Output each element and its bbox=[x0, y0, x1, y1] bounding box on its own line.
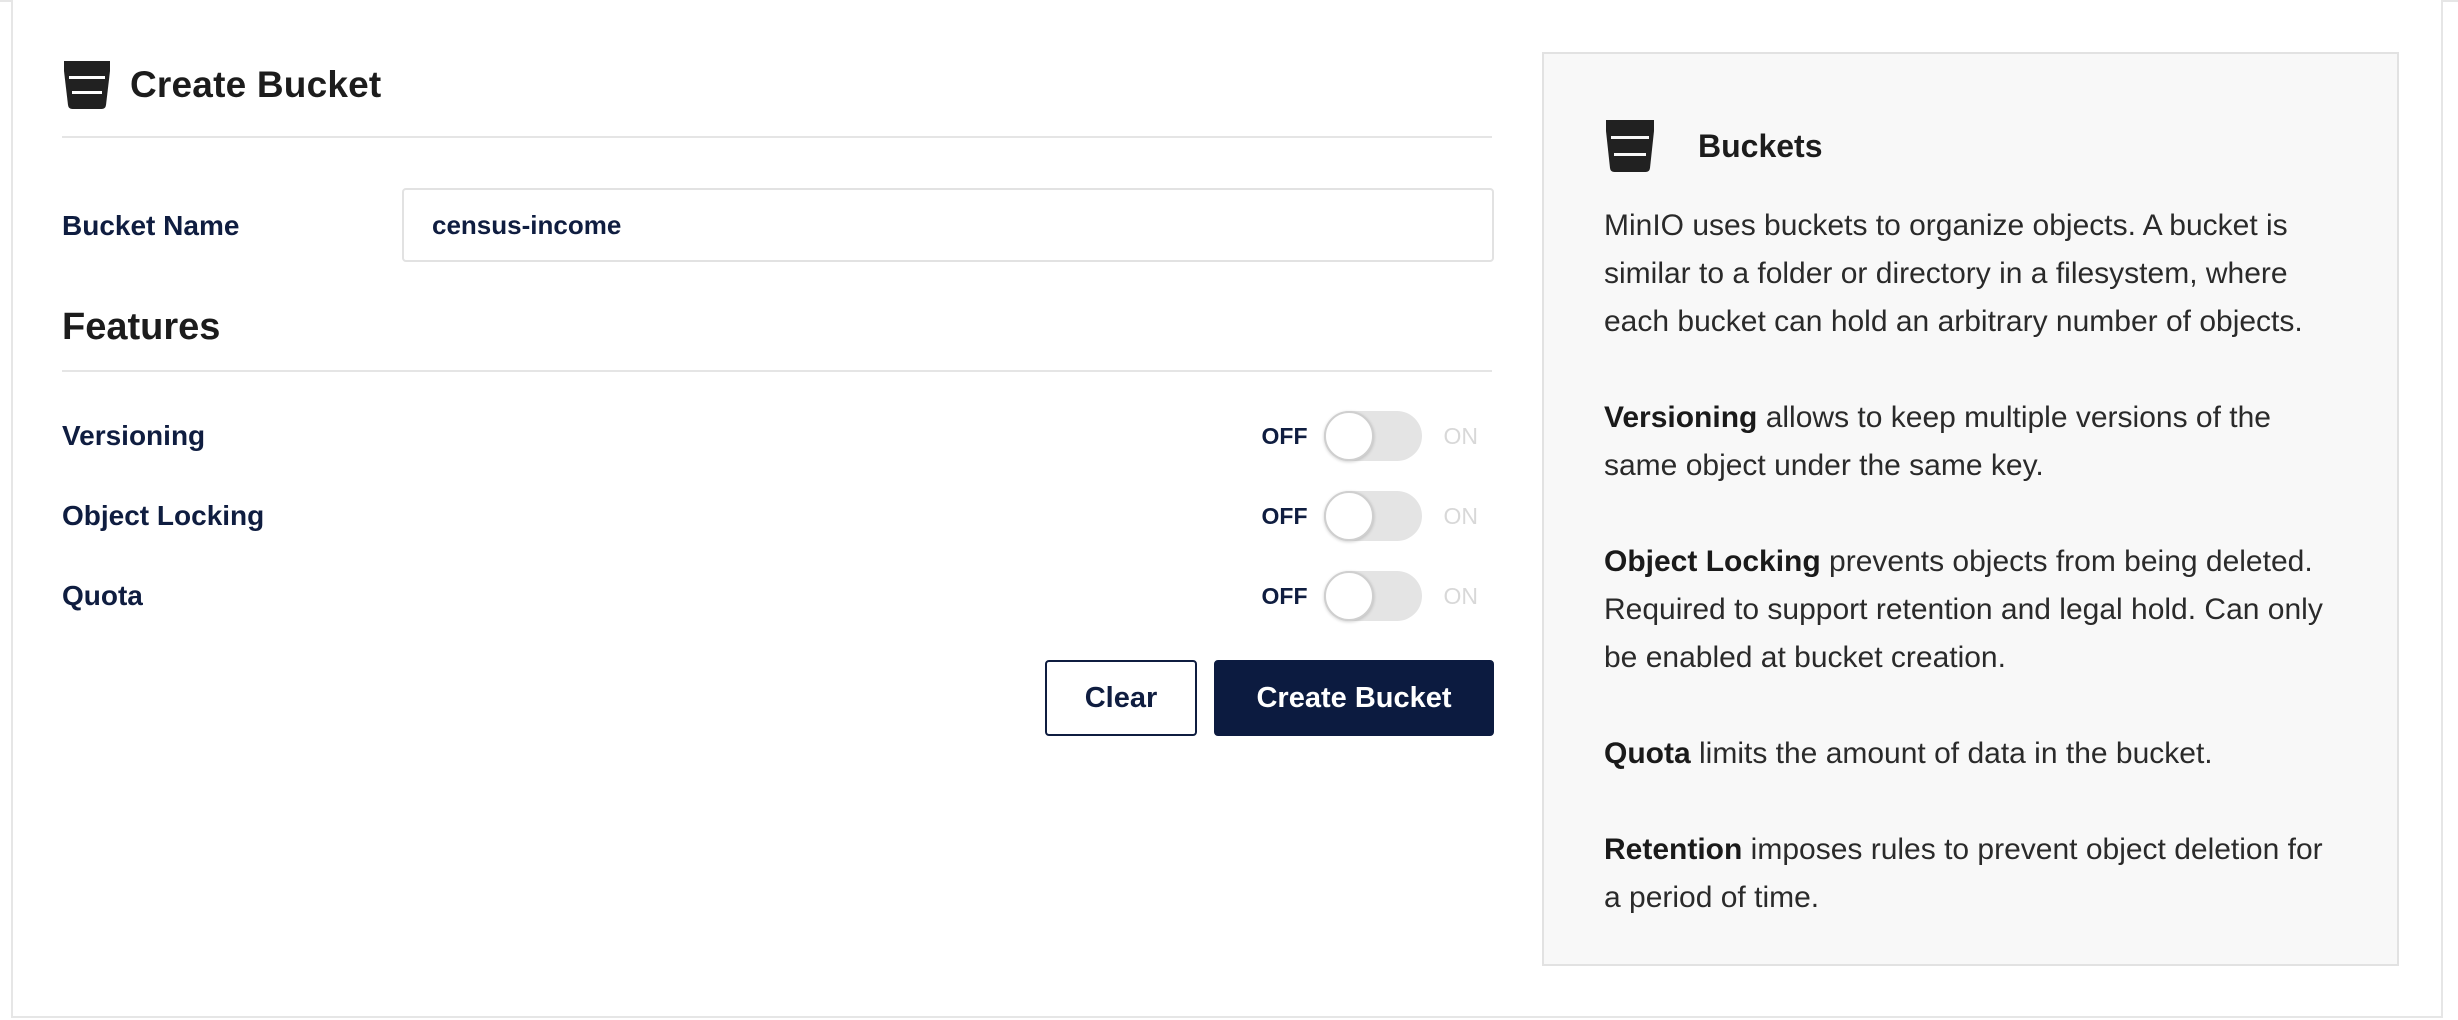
help-body: MinIO uses buckets to organize objects. … bbox=[1604, 202, 2344, 922]
help-item-versioning: Versioning allows to keep multiple versi… bbox=[1604, 394, 2344, 490]
create-bucket-form: Create Bucket Bucket Name Features Versi… bbox=[62, 48, 1494, 736]
help-title: Buckets bbox=[1698, 127, 1823, 164]
object-locking-switch-group: OFF ON bbox=[1261, 486, 1479, 546]
help-term: Retention bbox=[1604, 833, 1743, 866]
help-header: Buckets bbox=[1604, 116, 1823, 176]
help-panel: Buckets MinIO uses buckets to organize o… bbox=[1542, 52, 2399, 966]
features-header: Features bbox=[62, 296, 1492, 372]
help-item-retention: Retention imposes rules to prevent objec… bbox=[1604, 826, 2344, 922]
help-term: Quota bbox=[1604, 737, 1691, 770]
page-title: Create Bucket bbox=[130, 64, 382, 105]
clear-button[interactable]: Clear bbox=[1045, 660, 1197, 736]
features-title: Features bbox=[62, 306, 221, 348]
help-desc: limits the amount of data in the bucket. bbox=[1690, 737, 2213, 770]
versioning-toggle[interactable] bbox=[1323, 411, 1422, 461]
quota-on-label: ON bbox=[1443, 582, 1479, 609]
form-header: Create Bucket bbox=[62, 48, 1492, 138]
feature-row-versioning: Versioning OFF ON bbox=[62, 406, 1492, 466]
object-locking-toggle[interactable] bbox=[1323, 491, 1422, 541]
quota-off-label: OFF bbox=[1261, 582, 1308, 609]
quota-toggle[interactable] bbox=[1323, 571, 1422, 621]
feature-row-object-locking: Object Locking OFF ON bbox=[62, 486, 1492, 546]
create-bucket-button[interactable]: Create Bucket bbox=[1214, 660, 1494, 736]
feature-row-quota: Quota OFF ON bbox=[62, 566, 1492, 626]
object-locking-off-label: OFF bbox=[1261, 502, 1308, 529]
object-locking-label: Object Locking bbox=[62, 500, 265, 531]
bucket-name-label: Bucket Name bbox=[62, 210, 240, 241]
bucket-name-input[interactable] bbox=[402, 188, 1494, 262]
toggle-knob bbox=[1323, 491, 1374, 541]
help-item-object-locking: Object Locking prevents objects from bei… bbox=[1604, 538, 2344, 682]
help-item-quota: Quota limits the amount of data in the b… bbox=[1604, 730, 2344, 778]
bucket-icon bbox=[62, 59, 112, 111]
versioning-on-label: ON bbox=[1443, 422, 1479, 449]
form-actions: Clear Create Bucket bbox=[62, 660, 1494, 736]
bucket-name-row: Bucket Name bbox=[62, 188, 1494, 264]
help-term: Versioning bbox=[1604, 401, 1758, 434]
object-locking-on-label: ON bbox=[1443, 502, 1479, 529]
versioning-label: Versioning bbox=[62, 420, 206, 451]
help-term: Object Locking bbox=[1604, 545, 1821, 578]
toggle-knob bbox=[1323, 571, 1374, 621]
quota-switch-group: OFF ON bbox=[1261, 566, 1479, 626]
versioning-switch-group: OFF ON bbox=[1261, 406, 1479, 466]
quota-label: Quota bbox=[62, 580, 143, 611]
help-intro: MinIO uses buckets to organize objects. … bbox=[1604, 209, 2303, 338]
toggle-knob bbox=[1323, 411, 1374, 461]
versioning-off-label: OFF bbox=[1261, 422, 1308, 449]
bucket-icon bbox=[1604, 118, 1656, 174]
